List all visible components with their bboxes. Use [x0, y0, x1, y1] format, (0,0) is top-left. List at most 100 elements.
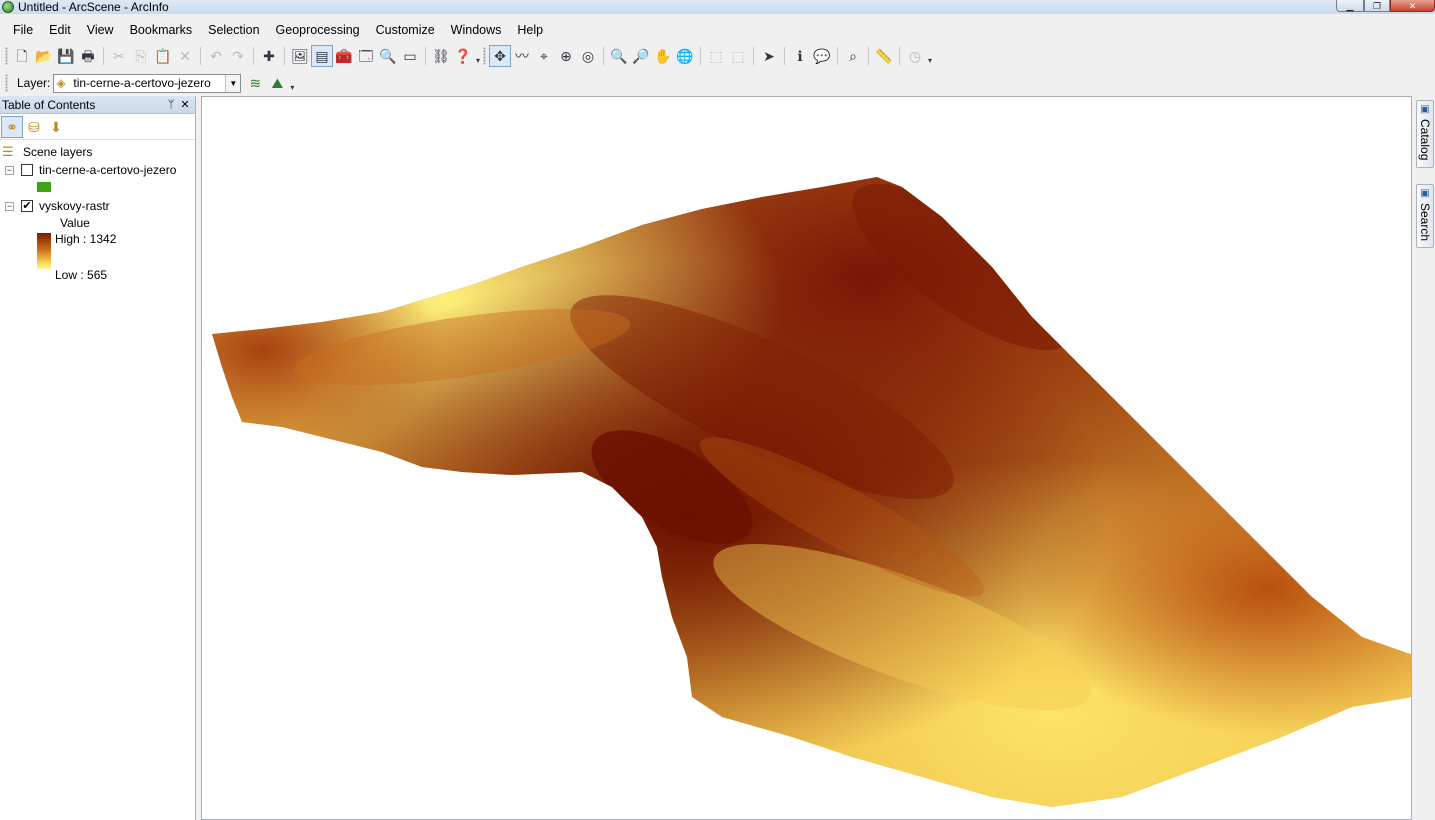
clear-selection-icon[interactable]: ⬚	[727, 45, 749, 67]
toc-title: Table of Contents	[2, 97, 96, 112]
search-window-icon[interactable]: 🔍	[377, 45, 399, 67]
measure-icon[interactable]: 📏	[873, 45, 895, 67]
whats-this-help-icon[interactable]: ❓	[452, 45, 474, 67]
catalog-dock-tab[interactable]: ▣ Catalog	[1416, 100, 1434, 168]
list-by-source-icon[interactable]: ⛁	[23, 116, 45, 138]
select-features-icon[interactable]: ⬚	[705, 45, 727, 67]
arc-toolbox-icon[interactable]: 🧰	[333, 45, 355, 67]
full-extent-icon[interactable]: 🌐	[674, 45, 696, 67]
list-by-visibility-icon[interactable]: ⬇	[45, 116, 67, 138]
pin-icon[interactable]: ᛘ	[164, 99, 178, 111]
menu-bar: File Edit View Bookmarks Selection Geopr…	[0, 19, 1435, 41]
toc-layer-vyskovy-rastr[interactable]: − ✔ vyskovy-rastr	[5, 197, 110, 215]
window-controls: ▁ ❐ ✕	[1336, 0, 1435, 12]
redo-icon[interactable]: ↷	[227, 45, 249, 67]
open-document-icon[interactable]: 📂	[33, 45, 55, 67]
layer-label: Layer:	[17, 76, 51, 90]
model-builder-icon[interactable]: ⛓	[430, 45, 452, 67]
menu-bookmarks[interactable]: Bookmarks	[122, 19, 201, 41]
find-icon[interactable]: ⌕	[842, 45, 864, 67]
scene-properties-icon[interactable]: 🖼	[289, 45, 311, 67]
toc-layer-tin[interactable]: − tin-cerne-a-certovo-jezero	[5, 161, 176, 179]
toolbar-overflow-icon[interactable]: ▾	[288, 74, 296, 92]
table-of-contents-panel: Table of Contents ᛘ ✕ ⚭ ⛁ ⬇ ☰ Scene laye…	[0, 96, 196, 820]
table-of-contents-icon[interactable]: ▤	[311, 45, 333, 67]
zoom-to-target-icon[interactable]: ⊕	[555, 45, 577, 67]
layer-visibility-checkbox[interactable]	[21, 164, 33, 176]
cut-icon[interactable]: ✂	[108, 45, 130, 67]
scene-layers-label: Scene layers	[23, 145, 93, 159]
catalog-tab-label: Catalog	[1418, 119, 1432, 161]
scene-view[interactable]	[201, 96, 1412, 820]
add-data-icon[interactable]: ✚	[258, 45, 280, 67]
target-center-icon[interactable]: ⌖	[533, 45, 555, 67]
interpolate-point-icon[interactable]: ⛰	[266, 72, 288, 94]
collapse-toggle[interactable]: −	[5, 201, 14, 211]
layer-visibility-checkbox[interactable]: ✔	[21, 200, 33, 212]
html-popup-icon[interactable]: 💬	[811, 45, 833, 67]
toolbar-separator	[784, 47, 785, 65]
arcscene-app-icon	[2, 1, 14, 13]
list-by-drawing-order-icon[interactable]: ⚭	[1, 115, 23, 138]
title-bar: Untitled - ArcScene - ArcInfo ▁ ❐ ✕	[0, 0, 1435, 14]
menu-file[interactable]: File	[0, 19, 41, 41]
identify-icon[interactable]: ℹ	[789, 45, 811, 67]
legend-high-value: High : 1342	[55, 232, 117, 246]
scene-layers-root[interactable]: ☰ Scene layers	[2, 143, 92, 161]
paste-icon[interactable]: 📋	[152, 45, 174, 67]
scene-layers-icon: ☰	[2, 144, 14, 159]
toolbar-overflow-icon[interactable]: ▾	[474, 47, 482, 65]
menu-help[interactable]: Help	[509, 19, 551, 41]
fly-icon[interactable]: 〰	[511, 45, 533, 67]
new-document-icon[interactable]: 🗋	[11, 45, 33, 67]
toolbar-separator	[425, 47, 426, 65]
chevron-down-icon[interactable]: ▼	[225, 74, 241, 92]
delete-icon[interactable]: ✕	[174, 45, 196, 67]
pan-icon[interactable]: ✋	[652, 45, 674, 67]
maximize-button[interactable]: ❐	[1364, 0, 1390, 12]
toolbar-grip[interactable]	[5, 74, 8, 92]
main-toolbar: 🗋 📂 💾 🖶 ✂ ⎘ 📋 ✕ ↶ ↷ ✚ 🖼 ▤ 🧰 🗔 🔍 ▭ ⛓ ❓ ▾ ✥ 〰 ⌖ ⊕ ◎ 🔍 🔎 ✋ 🌐 ⬚ ⬚ ➤ ℹ 💬 ⌕ 📏 ◷ ▾	[0, 43, 1435, 69]
set-observer-icon[interactable]: ◎	[577, 45, 599, 67]
tin-symbol-swatch	[37, 182, 51, 192]
navigate-icon[interactable]: ✥	[489, 45, 511, 67]
menu-geoprocessing[interactable]: Geoprocessing	[268, 19, 368, 41]
toolbar-grip[interactable]	[483, 47, 486, 65]
catalog-window-icon[interactable]: 🗔	[355, 45, 377, 67]
window-title: Untitled - ArcScene - ArcInfo	[18, 0, 169, 14]
toolbar-separator	[837, 47, 838, 65]
elevation-color-ramp	[37, 233, 51, 269]
undo-icon[interactable]: ↶	[205, 45, 227, 67]
copy-icon[interactable]: ⎘	[130, 45, 152, 67]
zoom-out-icon[interactable]: 🔎	[630, 45, 652, 67]
legend-low-value: Low : 565	[55, 268, 108, 282]
minimize-button[interactable]: ▁	[1336, 0, 1364, 12]
close-icon[interactable]: ✕	[178, 98, 192, 111]
select-elements-icon[interactable]: ➤	[758, 45, 780, 67]
toolbar-separator	[603, 47, 604, 65]
search-tab-label: Search	[1418, 203, 1432, 242]
layer-dropdown-value: tin-cerne-a-certovo-jezero	[73, 76, 211, 90]
interpolate-line-icon[interactable]: ≋	[244, 72, 266, 94]
layer-toolbar: Layer: ◈ tin-cerne-a-certovo-jezero ▼ ≋ …	[0, 70, 300, 96]
close-window-button[interactable]: ✕	[1390, 0, 1435, 12]
collapse-toggle[interactable]: −	[5, 165, 14, 175]
toolbar-overflow-icon[interactable]: ▾	[926, 47, 934, 65]
menu-view[interactable]: View	[79, 19, 122, 41]
menu-windows[interactable]: Windows	[443, 19, 510, 41]
layer-dropdown[interactable]: ◈ tin-cerne-a-certovo-jezero ▼	[53, 73, 242, 93]
print-icon[interactable]: 🖶	[77, 45, 99, 67]
dem-terrain-surface	[212, 177, 1411, 807]
zoom-in-icon[interactable]: 🔍	[608, 45, 630, 67]
save-icon[interactable]: 💾	[55, 45, 77, 67]
layer-name: tin-cerne-a-certovo-jezero	[39, 163, 177, 177]
catalog-icon: ▣	[1420, 104, 1430, 115]
menu-edit[interactable]: Edit	[41, 19, 79, 41]
toolbar-separator	[700, 47, 701, 65]
search-dock-tab[interactable]: ▣ Search	[1416, 184, 1434, 248]
time-slider-icon[interactable]: ◷	[904, 45, 926, 67]
menu-selection[interactable]: Selection	[200, 19, 267, 41]
python-window-icon[interactable]: ▭	[399, 45, 421, 67]
menu-customize[interactable]: Customize	[368, 19, 443, 41]
toolbar-grip[interactable]	[5, 47, 8, 65]
